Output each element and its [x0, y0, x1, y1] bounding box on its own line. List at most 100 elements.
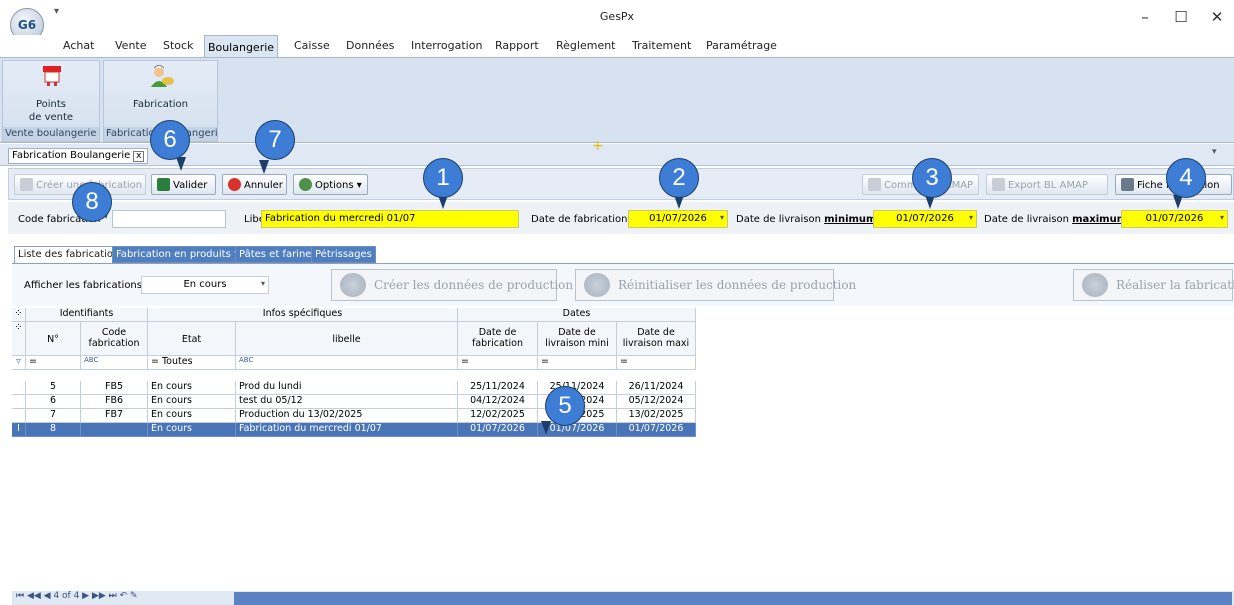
panel-dropdown-icon[interactable]: ▾ [1212, 147, 1217, 157]
reinit-donnees-label: Réinitialiser les données de production [618, 278, 857, 292]
menu-tab-achat[interactable]: Achat [63, 39, 94, 52]
annuler-button[interactable]: Annuler [222, 174, 287, 195]
horizontal-scrollbar[interactable] [234, 592, 1232, 605]
record-navigator[interactable]: ⏮ ◀◀ ◀ 4 of 4 ▶ ▶▶ ⏭ ↶ ✎ [16, 591, 138, 601]
menu-tab-traitement[interactable]: Traitement [632, 39, 691, 52]
menu-tab-interrogation[interactable]: Interrogation [411, 39, 482, 52]
options-button[interactable]: Options ▾ [293, 174, 368, 195]
tab-petrissages[interactable]: Pétrissages [311, 246, 376, 263]
nav-next-last-icons[interactable]: ▶ ▶▶ ⏭ ↶ ✎ [79, 591, 137, 601]
reinitialiser-donnees-production-button[interactable]: Réinitialiser les données de production [575, 269, 856, 301]
points-de-vente-label-line2[interactable]: de vente [3, 112, 99, 123]
date-livraison-max-input[interactable]: 01/07/2026 ▾ [1121, 210, 1228, 228]
date-fabrication-label: Date de fabrication : [531, 214, 634, 225]
callout-8: 8 [72, 182, 112, 222]
menu-tab-boulangerie[interactable]: Boulangerie [204, 35, 278, 58]
filter-code[interactable]: ABC [81, 356, 148, 370]
date-livraison-max-label: Date de livraison maximum : [984, 214, 1134, 225]
date-max-value: 01/07/2026 [1145, 213, 1204, 224]
afficher-fabrications-label: Afficher les fabrications : [24, 280, 149, 291]
menu-tab-parametrage[interactable]: Paramétrage [706, 39, 777, 52]
filter-no[interactable]: = [26, 356, 81, 370]
chevron-down-icon[interactable]: ▾ [261, 279, 265, 288]
libelle-input[interactable]: Fabrication du mercredi 01/07 [261, 210, 519, 228]
production-icon [340, 273, 366, 297]
cell-date-fab: 25/11/2024 [458, 381, 538, 395]
afficher-fabrications-select[interactable]: En cours ▾ [141, 276, 269, 294]
cell-code: FB7 [81, 409, 148, 423]
date-min-label-prefix: Date de livraison [736, 214, 821, 225]
record-count: 4 of 4 [53, 591, 80, 601]
date-fabrication-input[interactable]: 01/07/2026 ▾ [628, 210, 728, 228]
band-identifiants: Identifiants [26, 308, 148, 322]
menu-tab-reglement[interactable]: Règlement [556, 39, 616, 52]
cell-libelle: Prod du lundi [236, 381, 458, 395]
cell-code: FB5 [81, 381, 148, 395]
date-dropdown-icon[interactable]: ▾ [720, 213, 724, 222]
creer-donnees-production-button[interactable]: Créer les données de production [331, 269, 573, 301]
code-fabrication-input[interactable] [112, 210, 226, 228]
col-header-no[interactable]: N° [26, 322, 81, 356]
filter-date-max[interactable]: = [617, 356, 696, 370]
filter-date-fab[interactable]: = [458, 356, 538, 370]
grid-corner-icon[interactable]: ⁘ [12, 308, 26, 322]
title-bar: G6 ▾ GesPx – ☐ ✕ [0, 0, 1234, 42]
date-dropdown-icon[interactable]: ▾ [1220, 213, 1224, 222]
callout-4: 4 [1166, 158, 1206, 198]
fabrication-form: Code fabrication Libellé Fabrication du … [8, 202, 1234, 234]
filter-etat[interactable]: = Toutes [148, 356, 236, 370]
points-de-vente-icon[interactable] [41, 65, 63, 87]
nav-first-prev-icons[interactable]: ⏮ ◀◀ ◀ [16, 591, 53, 601]
reset-icon [584, 273, 610, 297]
close-button[interactable]: ✕ [1202, 8, 1232, 26]
cell-date-max: 05/12/2024 [617, 395, 696, 409]
cell-date-fab: 04/12/2024 [458, 395, 538, 409]
row-indicator[interactable] [12, 395, 26, 409]
date-livraison-min-input[interactable]: 01/07/2026 ▾ [873, 210, 977, 228]
menu-tab-stock[interactable]: Stock [163, 39, 193, 52]
cell-libelle: Production du 13/02/2025 [236, 409, 458, 423]
date-livraison-min-label: Date de livraison minimum : [736, 214, 883, 225]
menu-tab-caisse[interactable]: Caisse [294, 39, 330, 52]
date-min-label-bold: minimum [824, 214, 877, 225]
minimize-button[interactable]: – [1130, 8, 1160, 26]
menu-tab-rapport[interactable]: Rapport [495, 39, 539, 52]
doc-tab-fabrication-boulangerie[interactable]: Fabrication Boulangerie x [8, 148, 149, 164]
filter-libelle[interactable]: ABC [236, 356, 458, 370]
col-header-date-fab[interactable]: Date de fabrication [458, 322, 538, 356]
cell-no: 8 [26, 423, 81, 437]
cell-code [81, 423, 148, 437]
menu-tab-donnees[interactable]: Données [346, 39, 394, 52]
row-indicator[interactable] [12, 381, 26, 395]
valider-button[interactable]: Valider [151, 174, 216, 195]
realiser-fabrication-button[interactable]: Réaliser la fabrication [1073, 269, 1234, 301]
maximize-button[interactable]: ☐ [1166, 8, 1196, 26]
export-icon [992, 178, 1005, 191]
col-header-etat[interactable]: Etat [148, 322, 236, 356]
doc-tab-close-icon[interactable]: x [133, 151, 145, 162]
col-header-libelle[interactable]: libelle [236, 322, 458, 356]
cell-etat: En cours [148, 381, 236, 395]
fabrication-button-label[interactable]: Fabrication [104, 99, 217, 110]
filter-date-min[interactable]: = [538, 356, 617, 370]
menu-tab-vente[interactable]: Vente [115, 39, 147, 52]
tab-pates-farines[interactable]: Pâtes et farines [235, 246, 321, 263]
realiser-icon [1082, 273, 1108, 297]
row-edit-indicator[interactable]: I [12, 423, 26, 437]
annuler-label: Annuler [244, 180, 283, 191]
points-de-vente-label-line1[interactable]: Points [3, 99, 99, 110]
filter-icon[interactable]: ▿ [12, 356, 26, 370]
col-header-date-min[interactable]: Date de livraison mini [538, 322, 617, 356]
row-indicator[interactable] [12, 409, 26, 423]
export-bl-amap-button[interactable]: Export BL AMAP [986, 174, 1108, 195]
options-icon [299, 178, 312, 191]
col-header-code[interactable]: Code fabrication [81, 322, 148, 356]
cell-date-max: 01/07/2026 [617, 423, 696, 437]
col-header-date-max[interactable]: Date de livraison maxi [617, 322, 696, 356]
column-chooser-icon[interactable]: ⁘ [12, 322, 26, 356]
date-max-label-bold: maximum [1072, 214, 1128, 225]
create-icon [20, 178, 33, 191]
date-dropdown-icon[interactable]: ▾ [969, 213, 973, 222]
chevron-down-icon: ▾ [356, 180, 362, 191]
fabrication-chef-icon[interactable] [148, 65, 174, 89]
